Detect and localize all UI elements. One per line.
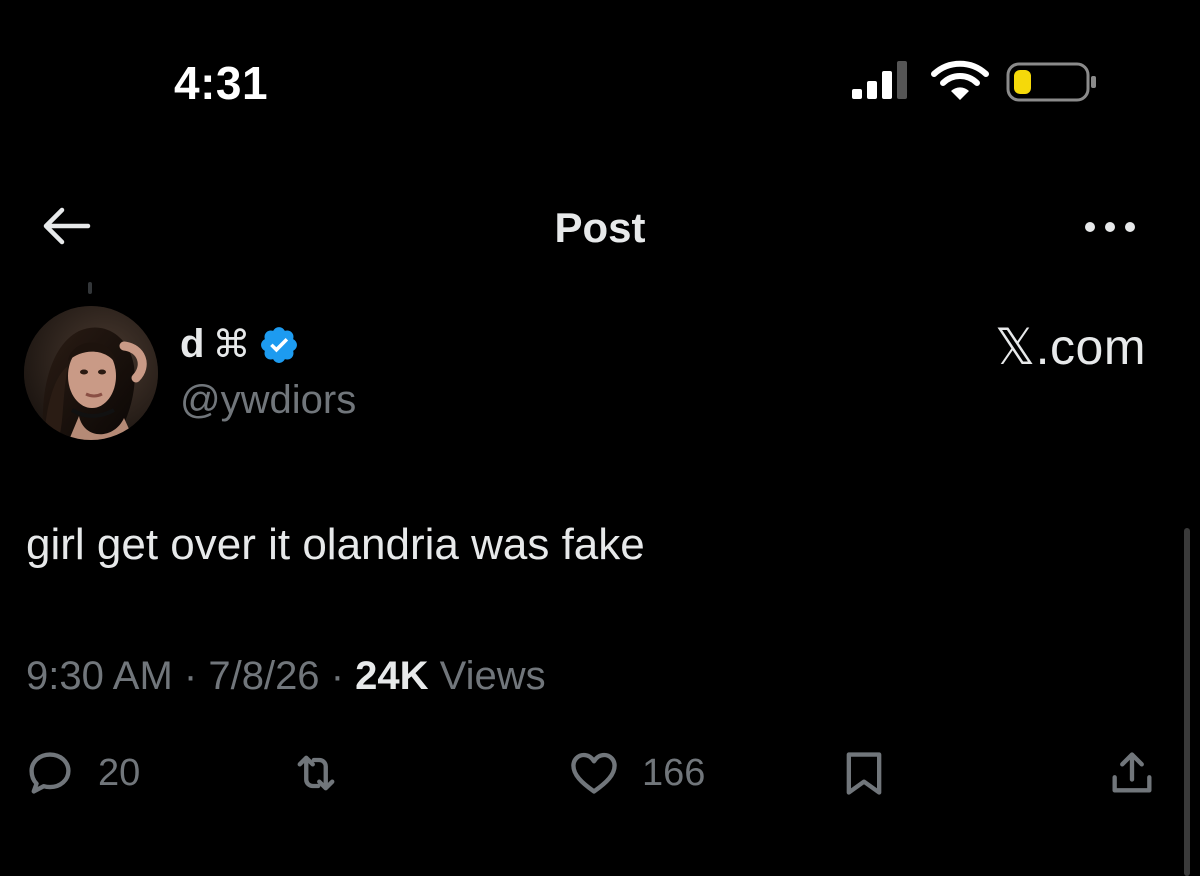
reply-count: 20: [98, 751, 141, 794]
heart-icon: [571, 752, 617, 794]
reply-button[interactable]: 20: [24, 745, 140, 801]
tweet-text: girl get over it olandria was fake: [26, 520, 645, 569]
name-symbol: ⌘: [212, 324, 251, 366]
avatar[interactable]: [24, 306, 158, 440]
thread-line: [88, 282, 92, 294]
repost-button[interactable]: [290, 745, 342, 801]
author-display-name[interactable]: d ⌘: [180, 322, 300, 367]
tweet-time: 9:30 AM: [26, 654, 173, 698]
avatar-photo: [24, 306, 158, 440]
wifi-icon: [931, 60, 989, 100]
cellular-signal-icon: [852, 61, 907, 99]
views-label: Views: [439, 654, 546, 698]
author-handle[interactable]: @ywdiors: [180, 378, 356, 423]
battery-low-icon: [1006, 62, 1096, 102]
tweet-meta: 9:30 AM · 7/8/26 · 24K Views: [26, 654, 546, 699]
tweet-date: 7/8/26: [208, 654, 320, 698]
author-name: d: [180, 322, 205, 366]
status-bar-time: 4:31: [174, 57, 269, 109]
like-button[interactable]: 166: [568, 745, 705, 801]
bookmark-icon: [846, 752, 882, 795]
meta-separator: ·: [330, 654, 345, 698]
verified-badge-icon: [261, 326, 298, 363]
scrollbar[interactable]: [1184, 528, 1190, 876]
repost-icon: [297, 755, 335, 791]
bookmark-button[interactable]: [838, 745, 890, 801]
views-count[interactable]: 24K: [355, 654, 428, 699]
share-icon: [1112, 752, 1152, 793]
reply-icon: [29, 752, 71, 794]
page-title: Post: [554, 204, 646, 251]
share-button[interactable]: [1106, 745, 1158, 801]
like-count: 166: [642, 751, 706, 794]
more-dots-icon[interactable]: [1080, 212, 1140, 242]
meta-separator: ·: [183, 654, 198, 698]
watermark: 𝕏.com: [994, 319, 1146, 375]
